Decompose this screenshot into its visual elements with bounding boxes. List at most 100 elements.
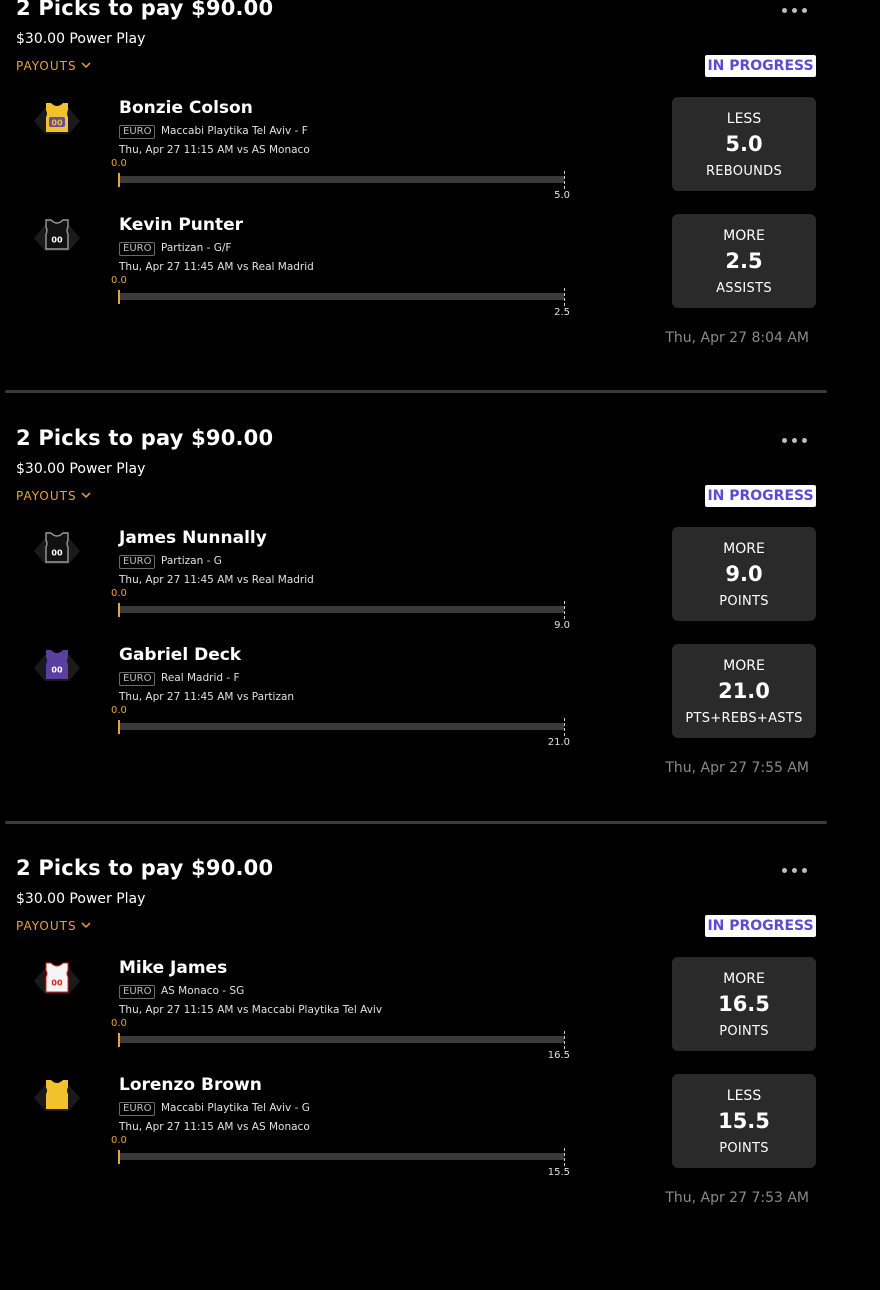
- line-marker: [564, 601, 565, 619]
- projection-direction: LESS: [726, 111, 762, 127]
- player-name: James Nunnally: [119, 528, 267, 548]
- game-info: Thu, Apr 27 11:15 AM vs AS Monaco: [119, 144, 310, 156]
- projection-direction: MORE: [723, 541, 765, 557]
- projection-stat: REBOUNDS: [705, 164, 783, 179]
- line-marker: [564, 171, 565, 189]
- progress-bar: [119, 1036, 564, 1043]
- entry-card: 2 Picks to pay $90.00 $30.00 Power Play …: [0, 426, 880, 860]
- status-badge: IN PROGRESS: [705, 55, 816, 77]
- progress-bar: [119, 176, 564, 183]
- more-options-icon[interactable]: [782, 4, 818, 18]
- payouts-toggle[interactable]: PAYOUTS: [16, 918, 91, 933]
- pick-row: 00 Bonzie Colson EURO Maccabi Playtika T…: [0, 97, 880, 210]
- status-badge: IN PROGRESS: [705, 915, 816, 937]
- entry-subtitle: $30.00 Power Play: [16, 891, 146, 907]
- line-value: 5.0: [554, 190, 570, 201]
- projection-direction: MORE: [723, 658, 765, 674]
- status-badge: IN PROGRESS: [705, 485, 816, 507]
- jersey-number: 00: [51, 236, 63, 245]
- projection-card[interactable]: MORE 16.5 POINTS: [672, 957, 816, 1051]
- projection-stat: POINTS: [719, 1141, 769, 1156]
- line-marker: [564, 1031, 565, 1049]
- jersey-number: 00: [51, 1096, 63, 1105]
- pick-row: 00 Kevin Punter EURO Partizan - G/F Thu,…: [0, 214, 880, 327]
- payouts-label: PAYOUTS: [16, 59, 77, 73]
- jersey-black-icon: 00: [34, 217, 80, 259]
- pick-row: 00 Lorenzo Brown EURO Maccabi Playtika T…: [0, 1074, 880, 1187]
- line-value: 16.5: [547, 1050, 570, 1061]
- entry-card: 2 Picks to pay $90.00 $30.00 Power Play …: [0, 0, 880, 430]
- game-info: Thu, Apr 27 11:45 AM vs Real Madrid: [119, 574, 314, 586]
- projection-stat: POINTS: [719, 1024, 769, 1039]
- current-stat: 0.0: [111, 275, 127, 286]
- entry-timestamp: Thu, Apr 27 8:04 AM: [665, 330, 809, 346]
- team-position: Partizan - G/F: [161, 242, 232, 254]
- entry-title: 2 Picks to pay $90.00: [16, 856, 274, 880]
- player-name: Kevin Punter: [119, 215, 244, 235]
- line-value: 21.0: [547, 737, 570, 748]
- entry-title: 2 Picks to pay $90.00: [16, 0, 274, 20]
- league-badge: EURO: [119, 1102, 156, 1116]
- card-divider: [5, 821, 827, 824]
- projection-card[interactable]: MORE 9.0 POINTS: [672, 527, 816, 621]
- jersey-black-icon: 00: [34, 530, 80, 572]
- line-value: 15.5: [547, 1167, 570, 1178]
- projection-direction: LESS: [726, 1088, 762, 1104]
- projection-stat: POINTS: [719, 594, 769, 609]
- pick-row: 00 Mike James EURO AS Monaco - SG Thu, A…: [0, 957, 880, 1070]
- entry-subtitle: $30.00 Power Play: [16, 461, 146, 477]
- progress-bar: [119, 1153, 564, 1160]
- line-marker: [564, 718, 565, 736]
- line-value: 2.5: [554, 307, 570, 318]
- entry-title: 2 Picks to pay $90.00: [16, 426, 274, 450]
- projection-value: 15.5: [718, 1109, 770, 1133]
- jersey-number: 00: [51, 119, 63, 128]
- chevron-down-icon: [81, 58, 91, 72]
- game-info: Thu, Apr 27 11:45 AM vs Partizan: [119, 691, 295, 703]
- team-position: Real Madrid - F: [161, 672, 240, 684]
- team-position: Maccabi Playtika Tel Aviv - G: [161, 1102, 310, 1114]
- team-position: Maccabi Playtika Tel Aviv - F: [161, 125, 308, 137]
- team-position: Partizan - G: [161, 555, 222, 567]
- payouts-label: PAYOUTS: [16, 489, 77, 503]
- jersey-number: 00: [51, 549, 63, 558]
- entry-timestamp: Thu, Apr 27 7:53 AM: [665, 1190, 809, 1206]
- player-name: Gabriel Deck: [119, 645, 242, 665]
- league-badge: EURO: [119, 555, 156, 569]
- progress-start-tick: [118, 603, 120, 617]
- projection-direction: MORE: [723, 228, 765, 244]
- projection-card[interactable]: LESS 15.5 POINTS: [672, 1074, 816, 1168]
- projection-stat: PTS+REBS+ASTS: [685, 711, 803, 726]
- jersey-number: 00: [51, 666, 63, 675]
- current-stat: 0.0: [111, 588, 127, 599]
- more-options-icon[interactable]: [782, 864, 818, 878]
- projection-value: 9.0: [725, 562, 763, 586]
- league-badge: EURO: [119, 242, 156, 256]
- projection-value: 2.5: [725, 249, 763, 273]
- projection-value: 5.0: [725, 132, 763, 156]
- game-info: Thu, Apr 27 11:15 AM vs AS Monaco: [119, 1121, 310, 1133]
- projection-stat: ASSISTS: [716, 281, 772, 296]
- pick-row: 00 Gabriel Deck EURO Real Madrid - F Thu…: [0, 644, 880, 757]
- projection-value: 21.0: [718, 679, 770, 703]
- more-options-icon[interactable]: [782, 434, 818, 448]
- entry-timestamp: Thu, Apr 27 7:55 AM: [665, 760, 809, 776]
- current-stat: 0.0: [111, 158, 127, 169]
- projection-card[interactable]: LESS 5.0 REBOUNDS: [672, 97, 816, 191]
- projection-card[interactable]: MORE 2.5 ASSISTS: [672, 214, 816, 308]
- line-marker: [564, 288, 565, 306]
- jersey-gold-icon: 00: [34, 100, 80, 142]
- projection-value: 16.5: [718, 992, 770, 1016]
- card-divider: [5, 390, 827, 393]
- player-name: Mike James: [119, 958, 228, 978]
- projection-card[interactable]: MORE 21.0 PTS+REBS+ASTS: [672, 644, 816, 738]
- team-position: AS Monaco - SG: [161, 985, 245, 997]
- payouts-toggle[interactable]: PAYOUTS: [16, 58, 91, 73]
- game-info: Thu, Apr 27 11:45 AM vs Real Madrid: [119, 261, 314, 273]
- jersey-white-icon: 00: [34, 960, 80, 1002]
- jersey-purple-icon: 00: [34, 647, 80, 689]
- payouts-toggle[interactable]: PAYOUTS: [16, 488, 91, 503]
- player-name: Lorenzo Brown: [119, 1075, 262, 1095]
- progress-bar: [119, 293, 564, 300]
- projection-direction: MORE: [723, 971, 765, 987]
